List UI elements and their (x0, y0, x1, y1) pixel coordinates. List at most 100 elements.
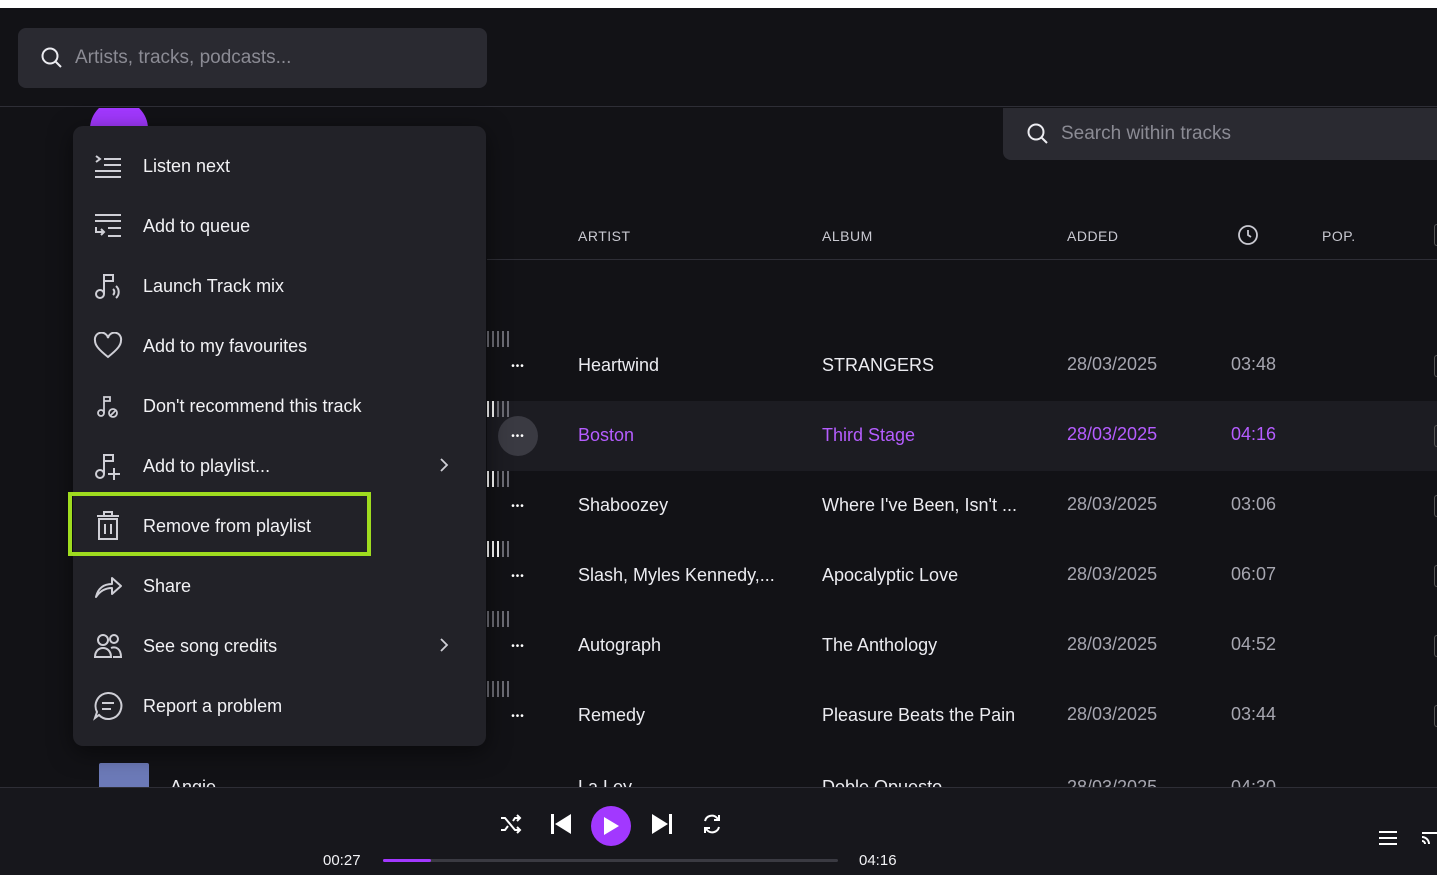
menu-item-label: See song credits (143, 635, 278, 656)
chevron-right-icon (438, 456, 450, 479)
cast-icon[interactable] (1420, 826, 1437, 850)
popularity-bar (497, 681, 499, 697)
track-artist[interactable]: Shaboozey (578, 495, 793, 516)
queue-list-icon[interactable] (1376, 826, 1400, 850)
credits-icon (93, 631, 123, 661)
table-row[interactable]: ••• Heartwind STRANGERS 28/03/2025 03:48 (487, 331, 1437, 401)
table-row[interactable]: ••• Slash, Myles Kennedy,... Apocalyptic L… (487, 541, 1437, 611)
search-input[interactable] (75, 47, 455, 69)
menu-item-label: Add to playlist... (143, 455, 271, 476)
header-album[interactable]: ALBUM (822, 228, 873, 244)
album-thumbnail (99, 763, 149, 787)
popularity-bar (502, 401, 504, 417)
popularity-bar (502, 471, 504, 487)
table-row[interactable]: ••• Boston Third Stage 28/03/2025 04:16 (487, 401, 1437, 471)
menu-item-add-to-queue[interactable]: Add to queue (73, 196, 486, 256)
popularity-bars (487, 541, 1437, 557)
menu-item-add-to-my-favourites[interactable]: Add to my favourites (73, 316, 486, 376)
track-album[interactable]: Apocalyptic Love (822, 565, 1032, 586)
header-artist[interactable]: ARTIST (578, 228, 631, 244)
track-duration: 06:07 (1231, 564, 1277, 584)
popularity-bar (492, 471, 494, 487)
track-album[interactable]: Third Stage (822, 425, 1032, 446)
repeat-icon[interactable] (699, 812, 725, 836)
popularity-bar (502, 611, 504, 627)
heart-icon (93, 331, 123, 361)
popularity-bar (492, 401, 494, 417)
next-icon[interactable] (649, 812, 675, 836)
share-icon (93, 571, 123, 601)
track-album[interactable]: Where I've Been, Isn't ... (822, 495, 1032, 516)
popularity-bar (497, 401, 499, 417)
progress-fill (383, 859, 431, 862)
track-artist[interactable]: La Ley (578, 777, 632, 787)
popularity-bar (497, 471, 499, 487)
menu-item-remove-from-playlist[interactable]: Remove from playlist (73, 496, 486, 556)
track-added: 28/03/2025 (1067, 777, 1158, 787)
track-artist[interactable]: Slash, Myles Kennedy,... (578, 565, 793, 586)
popularity-bars (487, 471, 1437, 487)
previous-icon[interactable] (548, 812, 574, 836)
menu-item-share[interactable]: Share (73, 556, 486, 616)
popularity-bar (502, 331, 504, 347)
track-rows: ••• Heartwind STRANGERS 28/03/2025 03:48 ••• B… (487, 331, 1437, 751)
menu-item-label: Report a problem (143, 695, 283, 716)
search-icon (1027, 123, 1048, 144)
table-row[interactable]: Angie La Ley Doble Opuesto 28/03/2025 04… (0, 761, 1437, 787)
popularity-bar (487, 401, 489, 417)
play-button[interactable] (591, 806, 631, 846)
popularity-bar (502, 681, 504, 697)
shuffle-icon[interactable] (498, 812, 524, 836)
elapsed-time: 00:27 (323, 852, 361, 869)
track-album[interactable]: Pleasure Beats the Pain (822, 705, 1032, 726)
more-options-icon[interactable]: ••• (498, 416, 538, 456)
track-title: Angie (170, 777, 217, 787)
clock-icon[interactable] (1237, 224, 1259, 249)
popularity-bar (487, 541, 489, 557)
track-duration: 04:16 (1231, 424, 1277, 444)
popularity-bar (492, 541, 494, 557)
more-options-icon[interactable]: ••• (498, 626, 538, 666)
menu-item-see-song-credits[interactable]: See song credits (73, 616, 486, 676)
popularity-bars (487, 611, 1437, 627)
track-album[interactable]: The Anthology (822, 635, 1032, 656)
track-artist[interactable]: Heartwind (578, 355, 793, 376)
track-album[interactable]: Doble Opuesto (822, 777, 942, 787)
popularity-bars (487, 331, 1437, 347)
more-options-icon[interactable]: ••• (498, 486, 538, 526)
track-search-box[interactable] (1003, 108, 1437, 160)
table-row[interactable]: ••• Shaboozey Where I've Been, Isn't ... 28… (487, 471, 1437, 541)
more-options-icon[interactable]: ••• (498, 556, 538, 596)
track-added: 28/03/2025 (1067, 634, 1158, 654)
more-options-icon[interactable]: ••• (498, 696, 538, 736)
track-artist[interactable]: Autograph (578, 635, 793, 656)
track-artist[interactable]: Remedy (578, 705, 793, 726)
table-row[interactable]: ••• Autograph The Anthology 28/03/2025 04:52 (487, 611, 1437, 681)
popularity-bar (487, 331, 489, 347)
queue-icon (93, 211, 123, 241)
menu-item-add-to-playlist[interactable]: Add to playlist... (73, 436, 486, 496)
table-row[interactable]: ••• Remedy Pleasure Beats the Pain 28/03/20… (487, 681, 1437, 751)
popularity-bar (497, 541, 499, 557)
track-search-input[interactable] (1061, 123, 1437, 145)
track-album[interactable]: STRANGERS (822, 355, 1032, 376)
track-duration: 04:30 (1231, 777, 1277, 787)
track-added: 28/03/2025 (1067, 354, 1158, 374)
more-options-icon[interactable]: ••• (498, 346, 538, 386)
popularity-bar (492, 611, 494, 627)
header-popularity[interactable]: POP. (1322, 228, 1356, 244)
menu-item-launch-track-mix[interactable]: Launch Track mix (73, 256, 486, 316)
main-search-box[interactable] (18, 28, 487, 88)
menu-item-don-t-recommend-this-track[interactable]: Don't recommend this track (73, 376, 486, 436)
popularity-bar (487, 471, 489, 487)
menu-item-label: Listen next (143, 155, 231, 176)
popularity-bar (507, 541, 509, 557)
track-added: 28/03/2025 (1067, 494, 1158, 514)
total-time: 04:16 (859, 852, 897, 869)
header-added[interactable]: ADDED (1067, 228, 1119, 244)
menu-item-report-a-problem[interactable]: Report a problem (73, 676, 486, 736)
popularity-bar (497, 331, 499, 347)
menu-item-listen-next[interactable]: Listen next (73, 136, 486, 196)
track-artist[interactable]: Boston (578, 425, 793, 446)
progress-bar[interactable] (383, 859, 838, 862)
